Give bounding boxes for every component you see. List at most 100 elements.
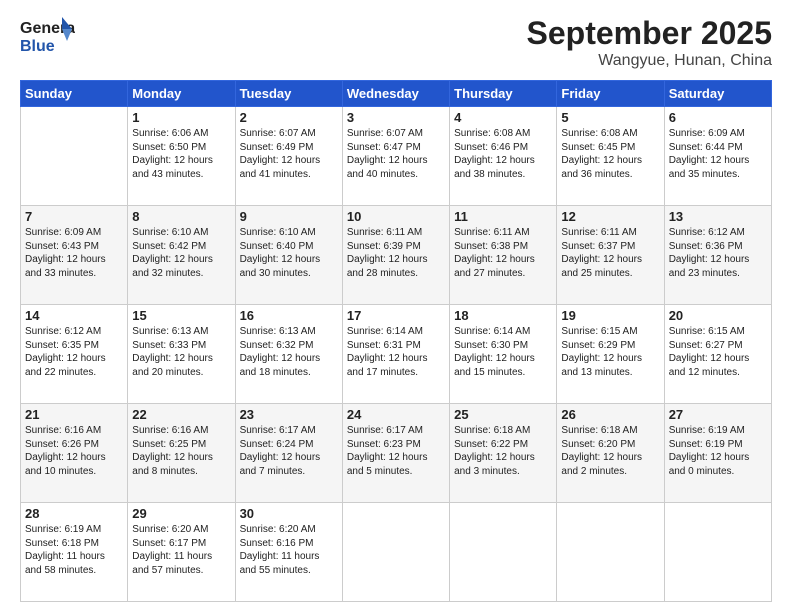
calendar-cell — [450, 503, 557, 602]
day-info: Sunrise: 6:11 AM Sunset: 6:38 PM Dayligh… — [454, 226, 552, 280]
calendar-cell: 14Sunrise: 6:12 AM Sunset: 6:35 PM Dayli… — [21, 305, 128, 404]
day-info: Sunrise: 6:15 AM Sunset: 6:29 PM Dayligh… — [561, 325, 659, 379]
day-info: Sunrise: 6:16 AM Sunset: 6:26 PM Dayligh… — [25, 424, 123, 478]
calendar-cell: 27 Sunrise: 6:19 AM Sunset: 6:19 PM Dayli… — [664, 404, 771, 503]
calendar-header-thursday: Thursday — [450, 81, 557, 107]
day-info: Sunrise: 6:13 AM Sunset: 6:32 PM Dayligh… — [240, 325, 338, 379]
header: General Blue September 2025 Wangyue, Hun… — [20, 15, 772, 70]
day-number: 26 — [561, 407, 659, 422]
day-info: Sunrise: 6:13 AM Sunset: 6:33 PM Dayligh… — [132, 325, 230, 379]
day-number: 28 — [25, 506, 123, 521]
day-info: Sunrise: 6:10 AM Sunset: 6:40 PM Dayligh… — [240, 226, 338, 280]
day-number: 12 — [561, 209, 659, 224]
calendar-cell: 10 Sunrise: 6:11 AM Sunset: 6:39 PM Dayli… — [342, 206, 449, 305]
day-number: 17 — [347, 308, 445, 323]
day-number: 24 — [347, 407, 445, 422]
calendar-cell — [557, 503, 664, 602]
day-number: 23 — [240, 407, 338, 422]
calendar-cell: 13 Sunrise: 6:12 AM Sunset: 6:36 PM Dayli… — [664, 206, 771, 305]
calendar-cell: 15Sunrise: 6:13 AM Sunset: 6:33 PM Dayli… — [128, 305, 235, 404]
day-number: 19 — [561, 308, 659, 323]
day-info: Sunrise: 6:10 AM Sunset: 6:42 PM Dayligh… — [132, 226, 230, 280]
day-number: 11 — [454, 209, 552, 224]
calendar-cell: 4 Sunrise: 6:08 AM Sunset: 6:46 PM Daylig… — [450, 107, 557, 206]
day-info: Sunrise: 6:08 AM Sunset: 6:46 PM Dayligh… — [454, 127, 552, 181]
day-info: Sunrise: 6:14 AM Sunset: 6:30 PM Dayligh… — [454, 325, 552, 379]
day-number: 5 — [561, 110, 659, 125]
calendar-header-saturday: Saturday — [664, 81, 771, 107]
calendar-cell — [21, 107, 128, 206]
calendar-cell — [664, 503, 771, 602]
day-info: Sunrise: 6:20 AM Sunset: 6:16 PM Dayligh… — [240, 523, 338, 577]
day-number: 30 — [240, 506, 338, 521]
day-info: Sunrise: 6:14 AM Sunset: 6:31 PM Dayligh… — [347, 325, 445, 379]
day-number: 6 — [669, 110, 767, 125]
day-info: Sunrise: 6:11 AM Sunset: 6:37 PM Dayligh… — [561, 226, 659, 280]
page: General Blue September 2025 Wangyue, Hun… — [0, 0, 792, 612]
calendar-cell: 1 Sunrise: 6:06 AM Sunset: 6:50 PM Daylig… — [128, 107, 235, 206]
calendar-cell: 12 Sunrise: 6:11 AM Sunset: 6:37 PM Dayli… — [557, 206, 664, 305]
day-info: Sunrise: 6:11 AM Sunset: 6:39 PM Dayligh… — [347, 226, 445, 280]
day-info: Sunrise: 6:15 AM Sunset: 6:27 PM Dayligh… — [669, 325, 767, 379]
calendar-cell: 11 Sunrise: 6:11 AM Sunset: 6:38 PM Dayli… — [450, 206, 557, 305]
day-info: Sunrise: 6:09 AM Sunset: 6:44 PM Dayligh… — [669, 127, 767, 181]
calendar-cell: 3 Sunrise: 6:07 AM Sunset: 6:47 PM Daylig… — [342, 107, 449, 206]
calendar-cell: 30 Sunrise: 6:20 AM Sunset: 6:16 PM Dayli… — [235, 503, 342, 602]
day-info: Sunrise: 6:06 AM Sunset: 6:50 PM Dayligh… — [132, 127, 230, 181]
calendar-header-row: SundayMondayTuesdayWednesdayThursdayFrid… — [21, 81, 772, 107]
day-info: Sunrise: 6:18 AM Sunset: 6:20 PM Dayligh… — [561, 424, 659, 478]
day-info: Sunrise: 6:07 AM Sunset: 6:47 PM Dayligh… — [347, 127, 445, 181]
day-number: 10 — [347, 209, 445, 224]
day-number: 16 — [240, 308, 338, 323]
day-number: 13 — [669, 209, 767, 224]
calendar-header-friday: Friday — [557, 81, 664, 107]
calendar-cell: 5 Sunrise: 6:08 AM Sunset: 6:45 PM Daylig… — [557, 107, 664, 206]
day-number: 7 — [25, 209, 123, 224]
calendar-cell: 19 Sunrise: 6:15 AM Sunset: 6:29 PM Dayli… — [557, 305, 664, 404]
day-number: 21 — [25, 407, 123, 422]
calendar-cell: 7 Sunrise: 6:09 AM Sunset: 6:43 PM Daylig… — [21, 206, 128, 305]
calendar-cell: 8Sunrise: 6:10 AM Sunset: 6:42 PM Daylig… — [128, 206, 235, 305]
calendar-cell: 18 Sunrise: 6:14 AM Sunset: 6:30 PM Dayli… — [450, 305, 557, 404]
day-number: 2 — [240, 110, 338, 125]
calendar-cell: 22 Sunrise: 6:16 AM Sunset: 6:25 PM Dayli… — [128, 404, 235, 503]
day-info: Sunrise: 6:19 AM Sunset: 6:18 PM Dayligh… — [25, 523, 123, 577]
calendar-week-row: 21 Sunrise: 6:16 AM Sunset: 6:26 PM Dayli… — [21, 404, 772, 503]
day-number: 20 — [669, 308, 767, 323]
calendar-cell: 17 Sunrise: 6:14 AM Sunset: 6:31 PM Dayli… — [342, 305, 449, 404]
calendar-header-wednesday: Wednesday — [342, 81, 449, 107]
calendar-cell: 16 Sunrise: 6:13 AM Sunset: 6:32 PM Dayli… — [235, 305, 342, 404]
day-number: 18 — [454, 308, 552, 323]
day-number: 1 — [132, 110, 230, 125]
calendar-header-sunday: Sunday — [21, 81, 128, 107]
svg-text:Blue: Blue — [20, 38, 55, 55]
day-info: Sunrise: 6:12 AM Sunset: 6:36 PM Dayligh… — [669, 226, 767, 280]
day-info: Sunrise: 6:16 AM Sunset: 6:25 PM Dayligh… — [132, 424, 230, 478]
day-number: 27 — [669, 407, 767, 422]
day-info: Sunrise: 6:19 AM Sunset: 6:19 PM Dayligh… — [669, 424, 767, 478]
calendar-cell: 6 Sunrise: 6:09 AM Sunset: 6:44 PM Daylig… — [664, 107, 771, 206]
page-title: September 2025 — [527, 15, 772, 52]
calendar-table: SundayMondayTuesdayWednesdayThursdayFrid… — [20, 80, 772, 602]
day-number: 4 — [454, 110, 552, 125]
calendar-week-row: 14Sunrise: 6:12 AM Sunset: 6:35 PM Dayli… — [21, 305, 772, 404]
day-info: Sunrise: 6:20 AM Sunset: 6:17 PM Dayligh… — [132, 523, 230, 577]
calendar-cell: 23Sunrise: 6:17 AM Sunset: 6:24 PM Dayli… — [235, 404, 342, 503]
day-info: Sunrise: 6:12 AM Sunset: 6:35 PM Dayligh… — [25, 325, 123, 379]
page-subtitle: Wangyue, Hunan, China — [527, 52, 772, 70]
title-block: September 2025 Wangyue, Hunan, China — [527, 15, 772, 70]
calendar-cell: 25Sunrise: 6:18 AM Sunset: 6:22 PM Dayli… — [450, 404, 557, 503]
calendar-week-row: 7 Sunrise: 6:09 AM Sunset: 6:43 PM Daylig… — [21, 206, 772, 305]
calendar-week-row: 1 Sunrise: 6:06 AM Sunset: 6:50 PM Daylig… — [21, 107, 772, 206]
day-info: Sunrise: 6:09 AM Sunset: 6:43 PM Dayligh… — [25, 226, 123, 280]
calendar-cell: 2Sunrise: 6:07 AM Sunset: 6:49 PM Daylig… — [235, 107, 342, 206]
day-info: Sunrise: 6:17 AM Sunset: 6:23 PM Dayligh… — [347, 424, 445, 478]
calendar-cell: 28 Sunrise: 6:19 AM Sunset: 6:18 PM Dayli… — [21, 503, 128, 602]
day-info: Sunrise: 6:08 AM Sunset: 6:45 PM Dayligh… — [561, 127, 659, 181]
day-number: 3 — [347, 110, 445, 125]
calendar-cell: 9Sunrise: 6:10 AM Sunset: 6:40 PM Daylig… — [235, 206, 342, 305]
day-info: Sunrise: 6:18 AM Sunset: 6:22 PM Dayligh… — [454, 424, 552, 478]
day-number: 29 — [132, 506, 230, 521]
day-number: 22 — [132, 407, 230, 422]
logo: General Blue — [20, 15, 75, 65]
